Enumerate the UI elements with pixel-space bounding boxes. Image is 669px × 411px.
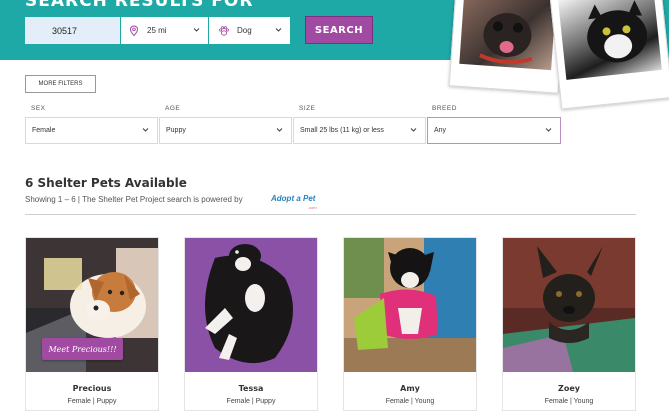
adopt-a-pet-logo-suffix: .com bbox=[308, 205, 317, 210]
chevron-down-icon bbox=[410, 127, 417, 135]
zip-code-input[interactable] bbox=[25, 17, 120, 44]
pet-photo[interactable] bbox=[185, 238, 317, 372]
pet-card-tessa[interactable]: Tessa Female | Puppy bbox=[184, 237, 318, 411]
pet-type-select[interactable]: Dog bbox=[209, 17, 290, 44]
hero-photo-cat bbox=[549, 0, 669, 110]
adopt-a-pet-logo[interactable]: Adopt a Pet bbox=[271, 194, 315, 203]
pug-image bbox=[459, 0, 556, 71]
pet-name[interactable]: Precious bbox=[26, 384, 158, 393]
meet-precious-button[interactable]: Meet Precious!!! bbox=[42, 338, 123, 360]
chevron-down-icon bbox=[545, 127, 552, 135]
page-title: SEARCH RESULTS FOR bbox=[25, 0, 254, 11]
pet-card-precious[interactable]: Meet Precious!!! Precious Female | Puppy bbox=[25, 237, 159, 411]
chevron-down-icon bbox=[193, 26, 200, 35]
pet-name[interactable]: Amy bbox=[344, 384, 476, 393]
pet-name[interactable]: Tessa bbox=[185, 384, 317, 393]
pet-info: Female | Young bbox=[385, 398, 435, 405]
size-filter-label: SIZE bbox=[299, 105, 316, 112]
hero-photo-pug bbox=[448, 0, 566, 94]
results-showing-text: Showing 1 – 6 | The Shelter Pet Project … bbox=[25, 195, 243, 204]
sex-filter-label: SEX bbox=[31, 105, 46, 112]
distance-value: 25 mi bbox=[147, 26, 167, 35]
sex-filter-select[interactable]: Female bbox=[25, 117, 158, 144]
paw-icon bbox=[217, 24, 231, 38]
pet-info: Female | Puppy bbox=[226, 398, 276, 405]
pet-info: Female | Young bbox=[544, 398, 594, 405]
pet-card-zoey[interactable]: Zoey Female | Young bbox=[502, 237, 636, 411]
pet-photo[interactable]: Meet Precious!!! bbox=[26, 238, 158, 372]
results-count-title: 6 Shelter Pets Available bbox=[25, 176, 187, 190]
age-filter-value: Puppy bbox=[166, 127, 186, 134]
chevron-down-icon bbox=[276, 127, 283, 135]
pet-photo[interactable] bbox=[503, 238, 635, 372]
pet-info: Female | Puppy bbox=[67, 398, 117, 405]
chevron-down-icon bbox=[275, 26, 282, 35]
breed-filter-value: Any bbox=[434, 127, 447, 134]
search-button[interactable]: SEARCH bbox=[305, 16, 373, 44]
pet-type-value: Dog bbox=[237, 26, 252, 35]
distance-select[interactable]: 25 mi bbox=[121, 17, 208, 44]
age-filter-label: AGE bbox=[165, 105, 181, 112]
results-divider bbox=[25, 214, 636, 215]
more-filters-button[interactable]: MORE FILTERS bbox=[25, 75, 96, 93]
pet-card-amy[interactable]: Amy Female | Young bbox=[343, 237, 477, 411]
breed-filter-label: BREED bbox=[432, 105, 457, 112]
age-filter-select[interactable]: Puppy bbox=[159, 117, 292, 144]
sex-filter-value: Female bbox=[32, 127, 56, 134]
chevron-down-icon bbox=[142, 127, 149, 135]
size-filter-value: Small 25 lbs (11 kg) or less bbox=[300, 127, 384, 134]
pet-name[interactable]: Zoey bbox=[503, 384, 635, 393]
cat-image bbox=[558, 0, 662, 80]
pet-photo[interactable] bbox=[344, 238, 476, 372]
breed-filter-select[interactable]: Any bbox=[427, 117, 561, 144]
size-filter-select[interactable]: Small 25 lbs (11 kg) or less bbox=[293, 117, 426, 144]
location-pin-icon bbox=[127, 24, 141, 38]
